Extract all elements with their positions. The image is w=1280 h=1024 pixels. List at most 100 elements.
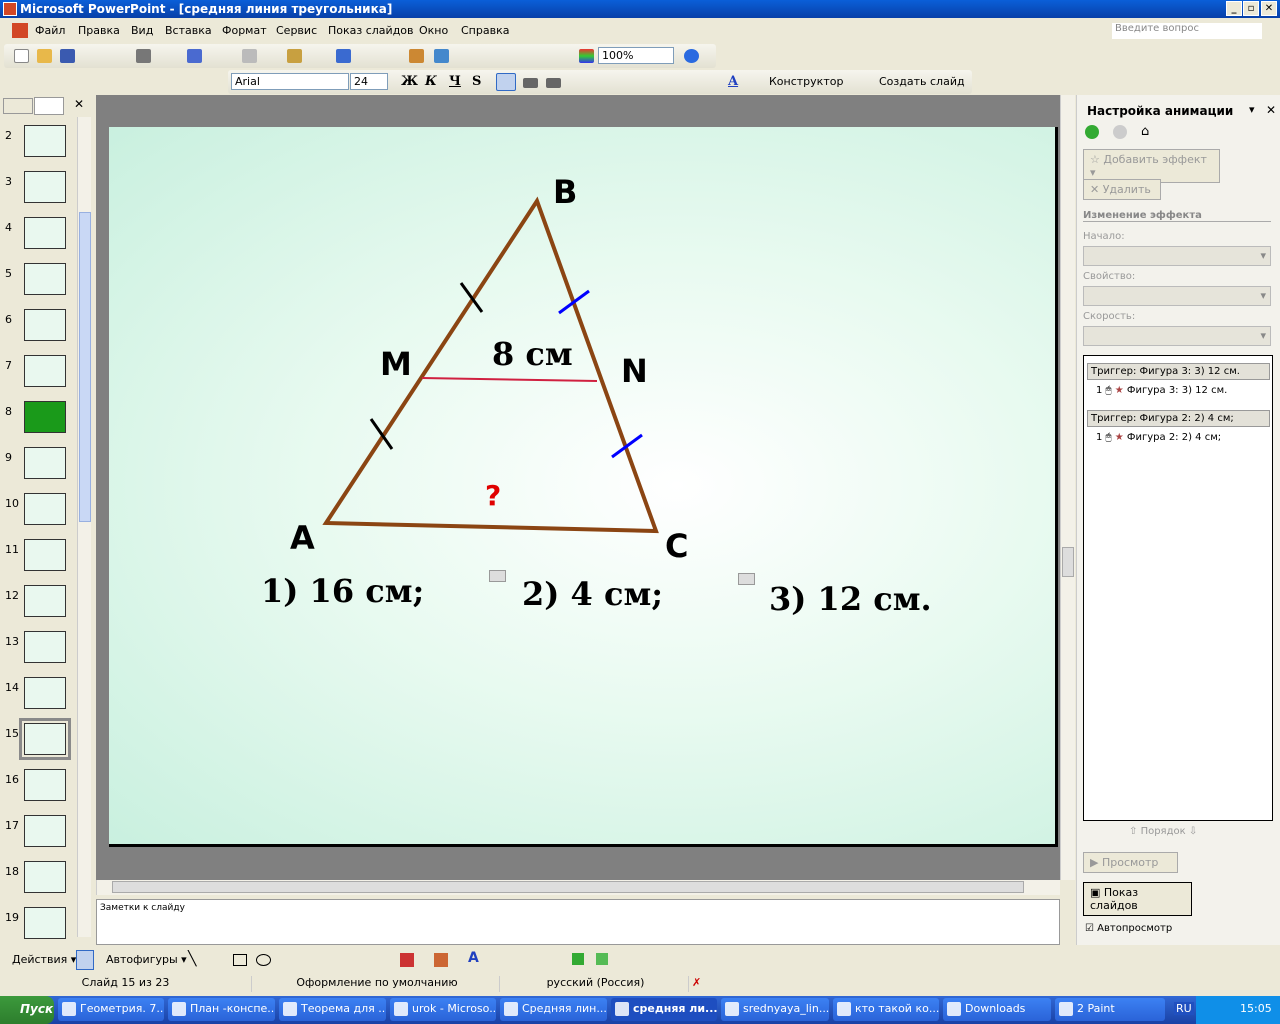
bold-button[interactable]: Ж (401, 74, 418, 89)
close-pane-icon[interactable]: ✕ (74, 97, 84, 111)
align-left-icon[interactable] (496, 73, 516, 91)
select-pointer-icon[interactable] (76, 950, 94, 970)
rectangle-icon[interactable] (233, 954, 247, 966)
slide-thumbnail[interactable] (24, 217, 66, 249)
underline-button[interactable]: Ч (449, 74, 461, 89)
maximize-button[interactable]: ▫ (1243, 1, 1259, 16)
slide-thumbnail[interactable] (24, 355, 66, 387)
menu-help[interactable]: Справка (461, 24, 509, 37)
font-color-icon[interactable]: A (728, 74, 738, 89)
order-control[interactable]: ⇧ Порядок ⇩ (1129, 826, 1197, 837)
color-icon[interactable] (579, 49, 594, 63)
slide-thumbnail[interactable] (24, 769, 66, 801)
forward-icon[interactable] (1113, 125, 1127, 139)
shadow-button[interactable]: S (472, 74, 481, 89)
add-effect-button[interactable]: ☆ Добавить эффект ▾ (1083, 149, 1220, 183)
taskbar-button[interactable]: 2 Paint (1055, 998, 1165, 1021)
slide-thumbnail[interactable] (24, 125, 66, 157)
slide-thumbnail[interactable] (24, 309, 66, 341)
slide-thumbnail[interactable] (24, 539, 66, 571)
editor-vscrollbar[interactable] (1060, 95, 1075, 880)
help-search-input[interactable]: Введите вопрос (1112, 23, 1262, 39)
scroll-thumb[interactable] (79, 212, 91, 522)
editor-hscrollbar[interactable] (96, 880, 1060, 895)
italic-button[interactable]: К (425, 74, 437, 89)
align-center-icon[interactable] (523, 78, 538, 88)
paste-icon[interactable] (287, 49, 302, 63)
language-indicator[interactable]: RU (1174, 1002, 1194, 1015)
slide-thumbnail[interactable] (24, 447, 66, 479)
speed-select[interactable] (1083, 326, 1271, 346)
fill-color-icon[interactable] (400, 953, 414, 967)
menu-slideshow[interactable]: Показ слайдов (328, 24, 414, 37)
zoom-select[interactable]: 100% (598, 47, 674, 64)
property-select[interactable] (1083, 286, 1271, 306)
trigger-header[interactable]: Триггер: Фигура 3: 3) 12 см. (1087, 363, 1270, 380)
slide-thumbnail[interactable] (24, 677, 66, 709)
slide-thumbnail[interactable] (24, 861, 66, 893)
animation-item[interactable]: 1 🖱 ★ Фигура 2: 2) 4 см; (1096, 432, 1221, 443)
document-icon[interactable] (12, 23, 28, 38)
chart-icon[interactable] (409, 49, 424, 63)
taskbar-button[interactable]: План -конспе... (168, 998, 275, 1021)
animation-item[interactable]: 1 🖱 ★ Фигура 3: 3) 12 см. (1096, 385, 1227, 396)
slide-thumbnail[interactable] (24, 171, 66, 203)
slide-thumbnail[interactable] (24, 815, 66, 847)
undo-icon[interactable] (336, 49, 351, 63)
taskbar-button[interactable]: средняя ли... (611, 998, 717, 1021)
3d-icon[interactable] (596, 953, 608, 965)
autoshapes-menu[interactable]: Автофигуры ▾ (106, 953, 187, 966)
scroll-thumb[interactable] (112, 881, 1024, 893)
font-size-select[interactable]: 24 (350, 73, 388, 90)
menu-file[interactable]: Файл (35, 24, 65, 37)
menu-insert[interactable]: Вставка (165, 24, 212, 37)
align-right-icon[interactable] (546, 78, 561, 88)
font-color-icon[interactable]: A (468, 950, 479, 966)
scroll-thumb[interactable] (1062, 547, 1074, 577)
taskbar-button[interactable]: кто такой ко... (833, 998, 939, 1021)
slide-thumbnail[interactable] (19, 718, 71, 760)
slide-canvas[interactable]: B M N A C 8 см ? 1) 16 см; 2) 4 см; 3) 1… (109, 127, 1058, 847)
answer-2[interactable]: 2) 4 см; (522, 575, 663, 613)
answer-1[interactable]: 1) 16 см; (261, 572, 424, 610)
shadow-icon[interactable] (572, 953, 584, 965)
slides-scrollbar[interactable] (77, 117, 91, 937)
slide-thumbnail[interactable] (24, 263, 66, 295)
designer-button[interactable]: Конструктор (769, 75, 843, 88)
close-button[interactable]: ✕ (1261, 1, 1277, 16)
print-icon[interactable] (136, 49, 151, 63)
save-icon[interactable] (60, 49, 75, 63)
menu-edit[interactable]: Правка (78, 24, 120, 37)
oval-icon[interactable] (256, 954, 271, 966)
slide-thumbnail[interactable] (24, 585, 66, 617)
menu-window[interactable]: Окно (419, 24, 448, 37)
notes-field[interactable]: Заметки к слайду (96, 899, 1060, 945)
answer-3[interactable]: 3) 12 см. (769, 580, 932, 618)
minimize-button[interactable]: _ (1226, 1, 1242, 16)
autopreview-checkbox[interactable]: ☑ Автопросмотр (1085, 923, 1172, 934)
slide-thumbnail[interactable] (24, 493, 66, 525)
slide-thumbnail[interactable] (24, 631, 66, 663)
preview-button[interactable]: ▶ Просмотр (1083, 852, 1178, 873)
trigger-header[interactable]: Триггер: Фигура 2: 2) 4 см; (1087, 410, 1270, 427)
help-icon[interactable] (684, 49, 699, 63)
menu-format[interactable]: Формат (222, 24, 267, 37)
menu-tools[interactable]: Сервис (276, 24, 317, 37)
pane-menu-icon[interactable]: ▾ (1249, 103, 1255, 116)
slide-thumbnail[interactable] (24, 907, 66, 939)
new-slide-button[interactable]: Создать слайд (879, 75, 965, 88)
pane-close-icon[interactable]: ✕ (1266, 103, 1276, 117)
menu-view[interactable]: Вид (131, 24, 153, 37)
taskbar-button[interactable]: urok - Microso... (390, 998, 496, 1021)
outline-tab[interactable] (3, 98, 33, 114)
delete-button[interactable]: ✕ Удалить (1083, 179, 1161, 200)
slideshow-button[interactable]: ▣ Показ слайдов (1083, 882, 1192, 916)
home-icon[interactable]: ⌂ (1141, 124, 1149, 139)
new-icon[interactable] (14, 49, 29, 63)
line-color-icon[interactable] (434, 953, 448, 967)
back-icon[interactable] (1085, 125, 1099, 139)
spelling-icon[interactable] (187, 49, 202, 63)
cut-icon[interactable] (242, 49, 257, 63)
slide-thumbnail[interactable] (24, 401, 66, 433)
midline-mn[interactable] (421, 377, 598, 382)
